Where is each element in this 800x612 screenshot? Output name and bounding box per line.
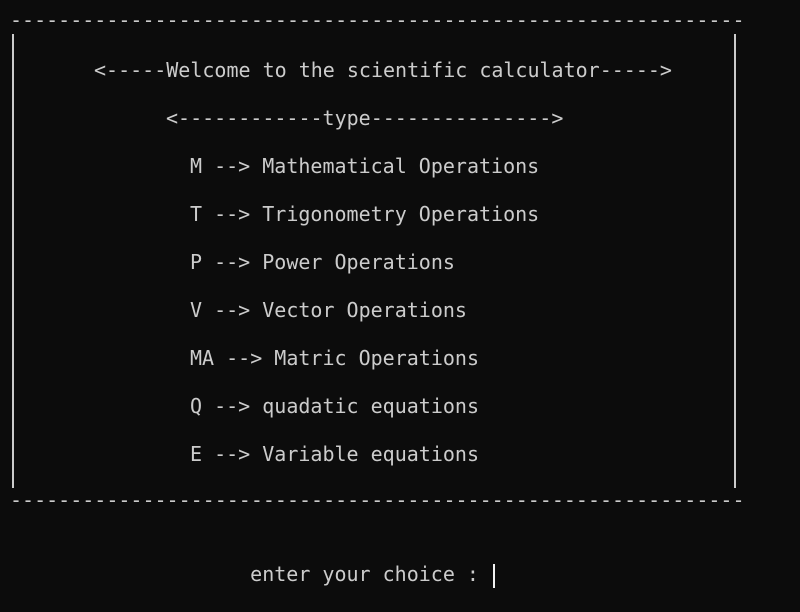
menu-item-power: P --> Power Operations [190,250,455,274]
choice-prompt-label: enter your choice : [250,562,491,586]
terminal-window[interactable]: ----------------------------------------… [0,0,800,612]
top-border-rule: ----------------------------------------… [10,8,742,32]
menu-item-trigonometry: T --> Trigonometry Operations [190,202,540,226]
choice-prompt[interactable]: enter your choice : [202,538,495,588]
menu-item-mathematical: M --> Mathematical Operations [190,154,540,178]
type-heading: <------------type---------------> [166,106,564,130]
text-cursor [493,563,495,588]
bottom-border-rule: ----------------------------------------… [10,488,742,512]
menu-item-quadatic: Q --> quadatic equations [190,394,479,418]
right-border-bar [734,34,736,488]
menu-item-matric: MA --> Matric Operations [190,346,479,370]
welcome-banner: <-----Welcome to the scientific calculat… [94,58,672,82]
left-border-bar [12,34,14,488]
menu-item-vector: V --> Vector Operations [190,298,467,322]
menu-item-variable: E --> Variable equations [190,442,479,466]
